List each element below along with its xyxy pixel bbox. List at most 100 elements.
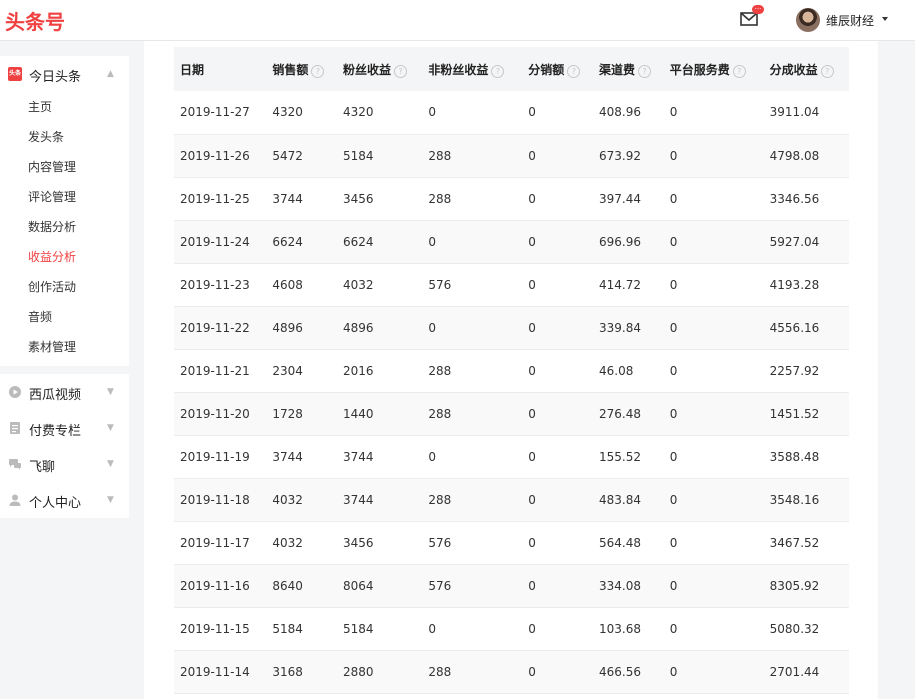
sidebar-group-feiliao[interactable]: 飞聊 ▼ [0, 446, 129, 482]
table-row: 2019-11-26 5472 5184 288 0 673.92 0 4798.08 [174, 134, 849, 177]
table-cell: 2019-11-16 [180, 578, 250, 593]
table-cell: 288 [428, 191, 452, 206]
table-cell: 0 [528, 234, 536, 249]
table-cell: 0 [669, 105, 678, 120]
sidebar-item[interactable]: 素材管理 [0, 332, 129, 362]
table-cell: 2019-11-14 [180, 664, 250, 679]
column-header-label: 粉丝收益 [343, 62, 392, 77]
table-cell: 397.44 [599, 191, 641, 206]
table-cell: 4896 [343, 320, 374, 335]
table-cell: 0 [669, 492, 678, 507]
notification-badge: ··· [752, 5, 764, 14]
table-cell: 0 [428, 234, 436, 249]
table-cell: 4193.28 [769, 277, 820, 292]
table-cell: 0 [669, 578, 678, 593]
table-cell: 3456 [343, 191, 374, 206]
table-cell: 4032 [272, 492, 303, 507]
table-row: 2019-11-17 4032 3456 576 0 564.48 0 3467.52 [174, 521, 849, 564]
table-row: 2019-11-23 4608 4032 576 0 414.72 0 4193.28 [174, 263, 849, 306]
table-cell: 0 [669, 406, 678, 421]
help-icon[interactable]: ? [732, 64, 746, 78]
table-cell: 0 [669, 664, 678, 679]
table-cell: 0 [669, 191, 678, 206]
chevron-down-icon: ▼ [107, 387, 114, 397]
table-cell: 0 [428, 105, 436, 120]
sidebar-item[interactable]: 内容管理 [0, 152, 129, 182]
table-cell: 2019-11-23 [180, 277, 250, 292]
table-cell: 2880 [343, 664, 374, 679]
help-icon[interactable]: ? [567, 64, 581, 78]
chevron-down-icon: ▼ [107, 495, 114, 505]
sidebar-group-personal[interactable]: 个人中心 ▼ [0, 482, 129, 518]
sidebar-item[interactable]: 主页 [0, 92, 129, 122]
table-cell: 3744 [272, 449, 303, 464]
table-cell: 1440 [343, 406, 374, 421]
table-cell: 3588.48 [769, 449, 820, 464]
table-cell: 3168 [272, 664, 303, 679]
table-cell: 5080.32 [769, 621, 820, 636]
table-cell: 8305.92 [769, 578, 820, 593]
table-cell: 4608 [272, 277, 303, 292]
table-cell: 0 [528, 578, 536, 593]
table-cell: 46.08 [599, 363, 634, 378]
caret-down-icon[interactable] [882, 17, 888, 21]
column-header-label: 分成收益 [769, 62, 818, 77]
table-row: 2019-11-16 8640 8064 576 0 334.08 0 8305.92 [174, 564, 849, 607]
sidebar-group-paid-column[interactable]: 付费专栏 ▼ [0, 410, 129, 446]
sidebar-item[interactable]: 数据分析 [0, 212, 129, 242]
main-content: 日期 销售额? 粉丝收益? 非粉丝收益? 分销额? 渠道费? 平台服务费? 分成收益? 201… [144, 41, 878, 699]
table-cell: 4556.16 [769, 320, 820, 335]
table-cell: 0 [428, 320, 436, 335]
table-cell: 0 [528, 320, 536, 335]
chevron-up-icon: ▲ [107, 69, 114, 79]
sidebar-item[interactable]: 创作活动 [0, 272, 129, 302]
table-cell: 288 [428, 492, 452, 507]
table-cell: 3911.04 [769, 105, 820, 120]
help-icon[interactable]: ? [820, 64, 834, 78]
sidebar: 头条 今日头条 ▲ 主页 发头条 内容管理 评论管理 数据分析 收益分析 创作活动 音频 素材管… [0, 56, 129, 526]
table-cell: 576 [428, 277, 452, 292]
help-icon[interactable]: ? [311, 64, 325, 78]
sidebar-item[interactable]: 收益分析 [0, 242, 129, 272]
table-cell: 408.96 [599, 105, 641, 120]
help-icon[interactable]: ? [638, 64, 652, 78]
top-bar: 头条号 ··· 维辰财经 [0, 0, 915, 41]
table-cell: 0 [669, 148, 678, 163]
table-cell: 0 [528, 406, 536, 421]
table-cell: 0 [528, 105, 536, 120]
table-row: 2019-11-21 2304 2016 288 0 46.08 0 2257.92 [174, 349, 849, 392]
mail-icon[interactable] [740, 12, 758, 26]
revenue-table: 日期 销售额? 粉丝收益? 非粉丝收益? 分销额? 渠道费? 平台服务费? 分成收益? 201… [174, 47, 849, 694]
column-header-label: 非粉丝收益 [428, 62, 489, 77]
help-icon[interactable]: ? [491, 64, 505, 78]
sidebar-group-label: 飞聊 [29, 460, 56, 475]
table-cell: 3744 [272, 191, 303, 206]
table-cell: 288 [428, 664, 452, 679]
help-icon[interactable]: ? [394, 64, 408, 78]
sidebar-group-label: 个人中心 [29, 496, 82, 511]
sidebar-item[interactable]: 评论管理 [0, 182, 129, 212]
logo[interactable]: 头条号 [5, 6, 65, 35]
sidebar-group-xigua[interactable]: 西瓜视频 ▼ [0, 374, 129, 410]
table-cell: 696.96 [599, 234, 641, 249]
sidebar-item[interactable]: 发头条 [0, 122, 129, 152]
sidebar-group-toutiao[interactable]: 头条 今日头条 ▲ [0, 56, 129, 92]
table-cell: 4032 [272, 535, 303, 550]
table-cell: 3346.56 [769, 191, 820, 206]
table-cell: 3744 [343, 492, 374, 507]
table-cell: 288 [428, 363, 452, 378]
table-cell: 466.56 [599, 664, 641, 679]
username[interactable]: 维辰财经 [826, 12, 874, 29]
table-cell: 576 [428, 535, 452, 550]
table-cell: 6624 [272, 234, 303, 249]
sidebar-group-label: 今日头条 [29, 70, 82, 85]
play-circle-icon [9, 386, 21, 398]
table-cell: 2019-11-26 [180, 148, 250, 163]
table-cell: 4798.08 [769, 148, 820, 163]
table-cell: 103.68 [599, 621, 641, 636]
avatar[interactable] [796, 8, 820, 32]
sidebar-item[interactable]: 音频 [0, 302, 129, 332]
table-cell: 2019-11-24 [180, 234, 250, 249]
column-header: 分成收益? [764, 47, 849, 91]
table-cell: 2019-11-19 [180, 449, 250, 464]
